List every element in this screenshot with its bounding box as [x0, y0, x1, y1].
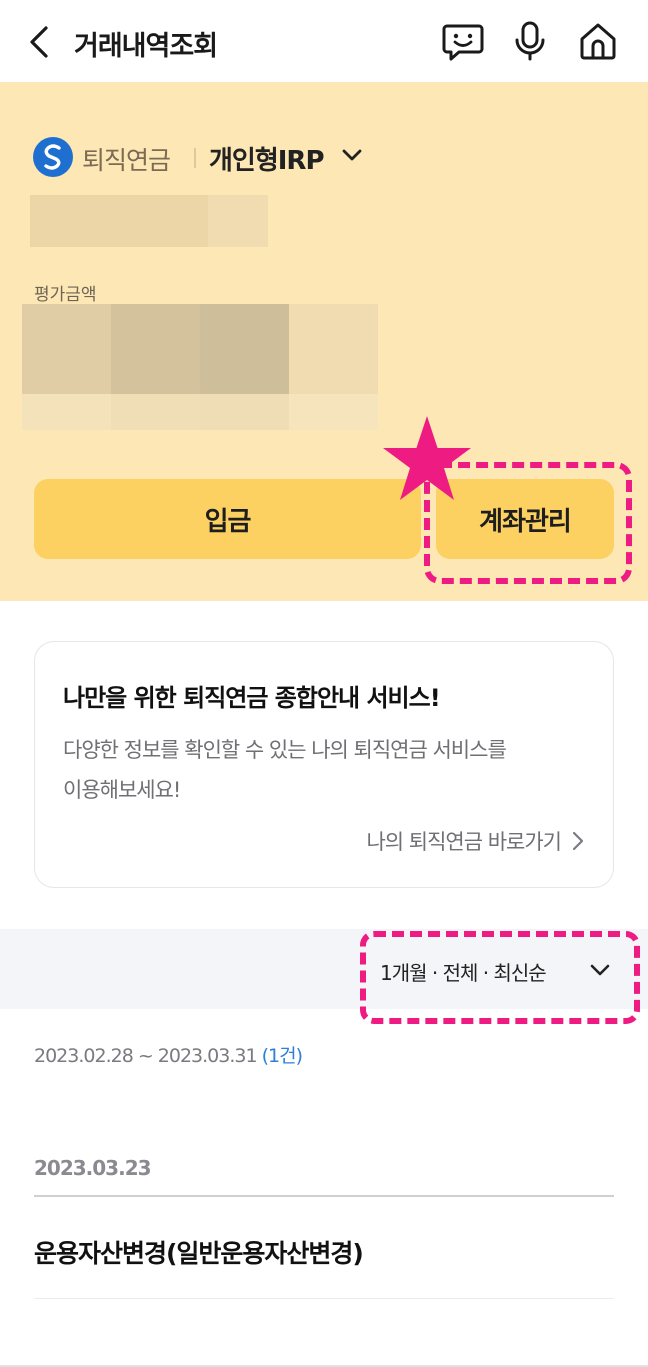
microphone-icon[interactable]: [509, 20, 551, 62]
evaluation-amount-masked: [200, 304, 289, 394]
evaluation-amount-masked: [200, 394, 289, 430]
shinhan-logo-icon: [33, 137, 73, 177]
evaluation-amount-masked: [22, 304, 111, 394]
retirement-pension-info-card[interactable]: 나만을 위한 퇴직연금 종합안내 서비스! 다양한 정보를 확인할 수 있는 나…: [34, 641, 614, 888]
page-title: 거래내역조회: [74, 31, 218, 62]
divider: [34, 1298, 614, 1299]
divider: [34, 1195, 614, 1197]
evaluation-amount-masked: [111, 394, 200, 430]
chevron-right-icon: [572, 831, 584, 851]
card-description: 다양한 정보를 확인할 수 있는 나의 퇴직연금 서비스를 이용해보세요!: [63, 730, 593, 810]
evaluation-amount-masked: [22, 394, 111, 430]
card-description-line: 이용해보세요!: [63, 778, 181, 802]
evaluation-amount-masked: [289, 304, 378, 394]
card-title: 나만을 위한 퇴직연금 종합안내 서비스!: [63, 684, 441, 712]
account-type-selector[interactable]: 개인형IRP: [209, 140, 325, 177]
home-icon[interactable]: [577, 20, 619, 62]
top-bar: 거래내역조회: [0, 0, 648, 82]
transaction-row[interactable]: 운용자산변경(일반운용자산변경): [34, 1200, 614, 1298]
star-icon: [383, 416, 471, 500]
evaluation-amount-masked: [111, 304, 200, 394]
period-summary: 2023.02.28 ~ 2023.03.31 (1건): [34, 1041, 303, 1068]
shortcut-link-label: 나의 퇴직연금 바로가기: [366, 830, 562, 854]
brand-name: 퇴직연금: [82, 146, 171, 175]
transaction-title: 운용자산변경(일반운용자산변경): [34, 1239, 364, 1268]
back-icon[interactable]: [24, 22, 60, 62]
brand-divider: [194, 148, 196, 168]
account-number-masked-part: [30, 195, 208, 247]
period-range: 2023.02.28 ~ 2023.03.31: [34, 1045, 258, 1067]
evaluation-amount-masked: [289, 394, 378, 430]
highlight-dashed-box: [360, 931, 640, 1024]
card-description-line: 다양한 정보를 확인할 수 있는 나의 퇴직연금 서비스를: [63, 738, 507, 762]
result-count: (1건): [261, 1045, 303, 1067]
chatbot-icon[interactable]: [442, 20, 484, 62]
evaluation-amount-label: 평가금액: [34, 285, 97, 305]
transaction-date-header: 2023.03.23: [34, 1156, 152, 1180]
deposit-button[interactable]: 입금: [34, 479, 421, 559]
account-panel: 퇴직연금 개인형IRP 평가금액 입금 계좌관리: [0, 82, 648, 601]
chevron-down-icon[interactable]: [341, 144, 363, 166]
my-pension-shortcut-link[interactable]: 나의 퇴직연금 바로가기: [366, 826, 585, 856]
